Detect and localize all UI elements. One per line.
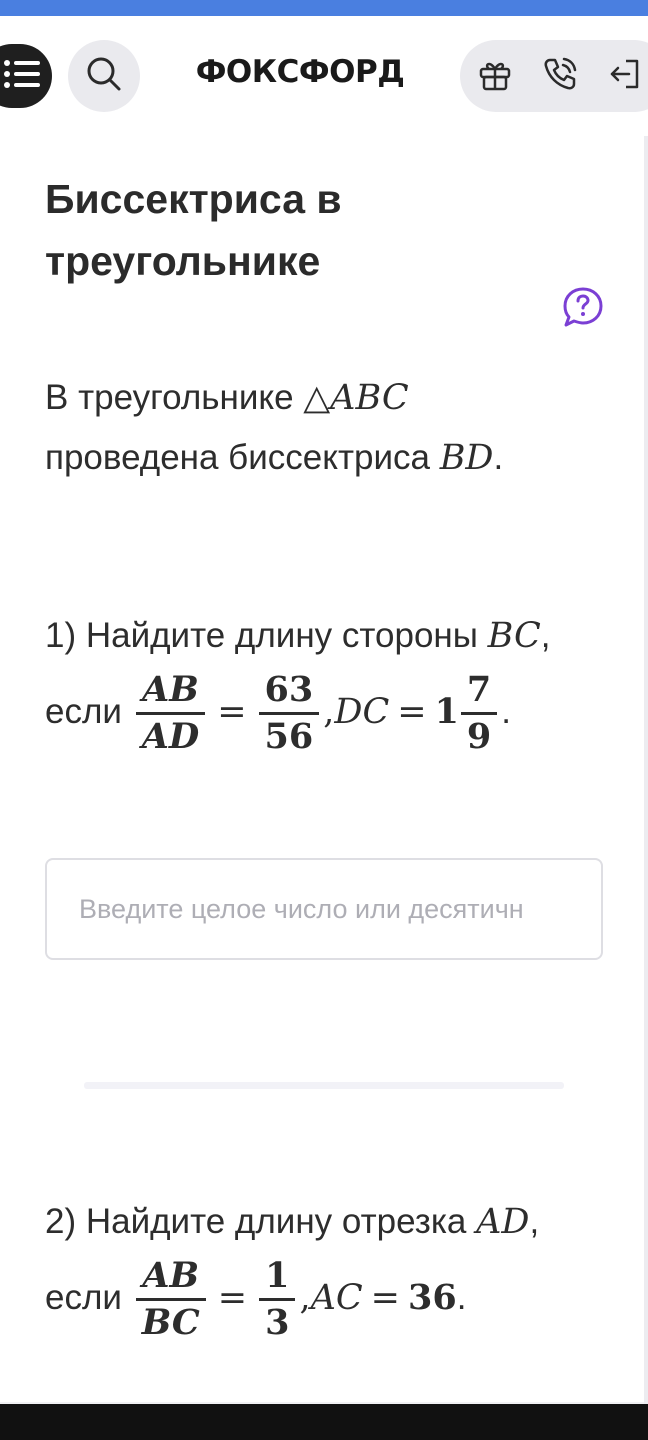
task1-target: BC bbox=[487, 616, 541, 656]
search-button[interactable] bbox=[68, 40, 140, 112]
task1-line-2: если AB AD = 63 56 ,DC = 1 7 9. bbox=[45, 664, 511, 760]
answer-input[interactable] bbox=[45, 858, 603, 960]
equals-sign: = bbox=[217, 1278, 248, 1318]
fraction-denominator: 56 bbox=[264, 716, 314, 758]
phone-icon[interactable] bbox=[542, 56, 578, 97]
fraction-numerator: AB bbox=[135, 668, 206, 716]
task1-line-1: 1) Найдите длину стороны BC, bbox=[45, 606, 551, 666]
search-icon bbox=[86, 56, 122, 97]
fraction-denominator: BC bbox=[141, 1302, 200, 1344]
brand-logo[interactable]: ФОКСФОРД bbox=[170, 54, 430, 90]
system-nav-bar bbox=[0, 1404, 648, 1440]
task2-prefix: 2) Найдите длину отрезка bbox=[45, 1202, 477, 1241]
task2-line-2: если AB BC = 1 3 ,AC = 36. bbox=[45, 1250, 466, 1346]
header-actions bbox=[460, 40, 648, 112]
task1-if: если bbox=[45, 692, 122, 731]
task1-period: . bbox=[501, 692, 512, 731]
fraction-numerator: 63 bbox=[258, 668, 320, 716]
fraction-denominator: 9 bbox=[466, 716, 492, 758]
segment-ac: AC bbox=[310, 1278, 363, 1318]
bisector-bd: BD bbox=[439, 438, 494, 478]
gift-icon[interactable] bbox=[478, 57, 512, 96]
task1-prefix: 1) Найдите длину стороны bbox=[45, 616, 488, 655]
comma: , bbox=[299, 1278, 311, 1318]
task1-ratio-fraction: AB AD bbox=[135, 668, 206, 759]
page-title: Биссектриса в треугольнике bbox=[45, 176, 342, 284]
card-edge bbox=[644, 136, 648, 1404]
task2-target: AD bbox=[476, 1202, 530, 1242]
fraction-denominator: 3 bbox=[265, 1302, 290, 1344]
section-divider bbox=[84, 1082, 564, 1089]
ac-value: 36 bbox=[408, 1277, 457, 1318]
intro-line-2: проведена биссектриса BD. bbox=[45, 428, 503, 488]
login-icon[interactable] bbox=[608, 57, 642, 96]
task2-value-fraction: 13 bbox=[259, 1254, 296, 1345]
app-header: ФОКСФОРД bbox=[0, 16, 648, 136]
top-accent-bar bbox=[0, 0, 648, 16]
question-bubble-icon[interactable] bbox=[562, 286, 604, 328]
intro-period: . bbox=[493, 438, 504, 477]
task2-ratio-fraction: AB BC bbox=[135, 1254, 206, 1345]
task2-line-1: 2) Найдите длину отрезка AD, bbox=[45, 1192, 539, 1252]
equals-sign: = bbox=[370, 1278, 400, 1318]
fraction-numerator: 7 bbox=[460, 668, 498, 716]
task2-comma: , bbox=[529, 1202, 540, 1241]
fraction-numerator: AB bbox=[135, 1254, 206, 1302]
task2-if: если bbox=[45, 1278, 122, 1317]
equals-sign: = bbox=[397, 692, 427, 732]
menu-icon bbox=[2, 57, 42, 96]
segment-dc: DC bbox=[334, 692, 390, 732]
intro-text: В треугольнике bbox=[45, 378, 304, 417]
task1-value-fraction: 63 56 bbox=[258, 668, 320, 759]
intro-line-1: В треугольнике △ABC bbox=[45, 368, 409, 428]
mixed-whole: 1 bbox=[434, 691, 459, 732]
menu-button[interactable] bbox=[0, 44, 52, 108]
triangle-abc: △ABC bbox=[303, 378, 409, 418]
task1-mixed-fraction: 79 bbox=[460, 668, 498, 759]
fraction-denominator: AD bbox=[141, 716, 200, 758]
equals-sign: = bbox=[217, 692, 247, 732]
fraction-numerator: 1 bbox=[259, 1254, 296, 1302]
comma: , bbox=[323, 692, 335, 732]
intro-text-2: проведена биссектриса bbox=[45, 438, 440, 477]
task1-comma: , bbox=[540, 616, 551, 655]
task2-period: . bbox=[456, 1278, 467, 1317]
